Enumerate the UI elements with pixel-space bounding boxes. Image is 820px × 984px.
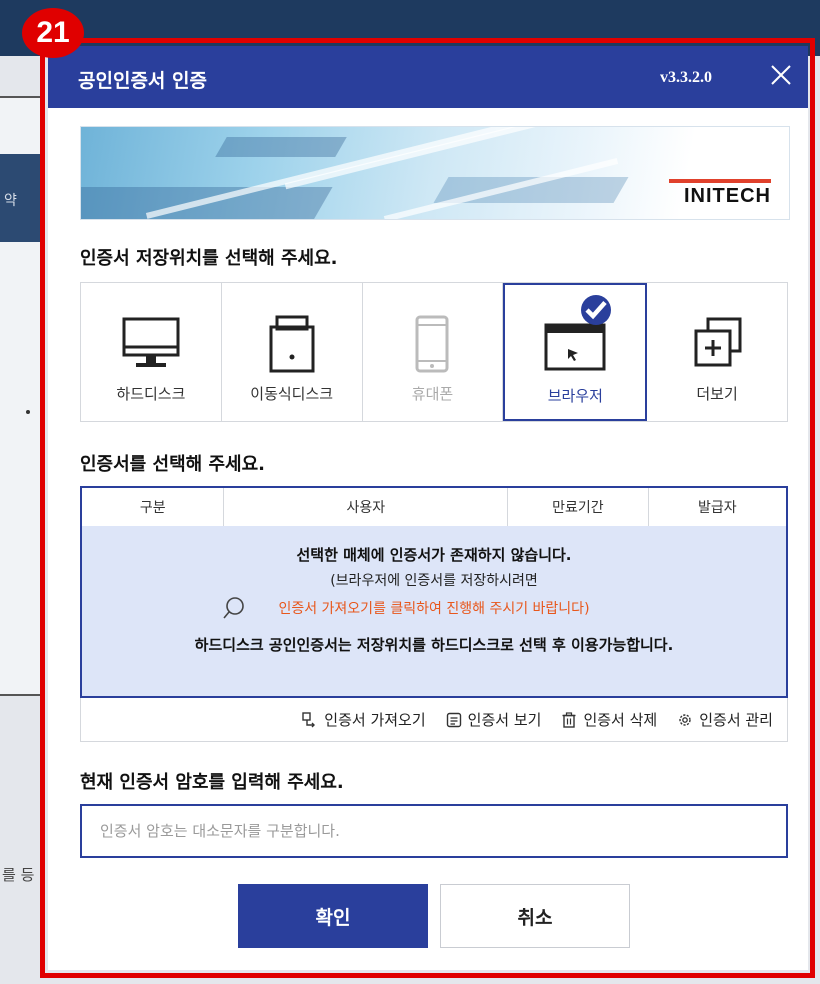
manage-certificate-label: 인증서 관리 xyxy=(699,711,773,729)
banner-image: INITECH xyxy=(80,126,790,220)
empty-message-primary: 선택한 매체에 인증서가 존재하지 않습니다. xyxy=(296,546,572,564)
storage-label-phone: 휴대폰 xyxy=(411,385,454,403)
import-certificate-button[interactable]: 인증서 가져오기 xyxy=(302,709,426,730)
initech-logo: INITECH xyxy=(684,185,771,207)
storage-label-removable: 이동식디스크 xyxy=(250,385,334,403)
delete-certificate-label: 인증서 삭제 xyxy=(583,711,658,729)
close-button[interactable] xyxy=(766,60,796,90)
gear-icon xyxy=(679,713,691,726)
certificate-actions: 인증서 가져오기 인증서 보기 인증서 삭제 인증서 관리 xyxy=(80,698,788,742)
confirm-button[interactable]: 확인 xyxy=(238,884,428,948)
cert-section-label: 인증서를 선택해 주세요. xyxy=(80,454,265,475)
delete-certificate-button[interactable]: 인증서 삭제 xyxy=(561,709,657,730)
dialog-title: 공인인증서 인증 xyxy=(78,70,207,92)
certificate-list-empty: 선택한 매체에 인증서가 존재하지 않습니다. (브라우저에 인증서를 저장하시… xyxy=(82,526,786,696)
table-header: 구분 사용자 만료기간 발급자 xyxy=(82,488,786,527)
column-header-issuer[interactable]: 발급자 xyxy=(649,488,786,526)
annotation-badge: 21 xyxy=(22,8,84,58)
manage-certificate-button[interactable]: 인증서 관리 xyxy=(677,709,773,730)
trash-icon xyxy=(562,711,576,728)
background-panel-text: 약 xyxy=(4,193,17,209)
storage-option-harddisk[interactable]: 하드디스크 xyxy=(81,283,222,421)
storage-label-browser: 브라우저 xyxy=(547,387,603,405)
view-icon xyxy=(446,712,461,727)
column-header-type[interactable]: 구분 xyxy=(82,488,225,526)
phone-icon xyxy=(415,315,449,373)
import-icon xyxy=(302,711,316,727)
storage-option-removable[interactable]: 이동식디스크 xyxy=(222,283,363,421)
storage-section-label: 인증서 저장위치를 선택해 주세요. xyxy=(80,248,338,269)
version-label: v3.3.2.0 xyxy=(660,69,712,86)
empty-message-harddisk-notice: 하드디스크 공인인증서는 저장위치를 하드디스크로 선택 후 이용가능합니다. xyxy=(194,636,674,654)
password-section-label: 현재 인증서 암호를 입력해 주세요. xyxy=(80,772,344,793)
column-header-user[interactable]: 사용자 xyxy=(224,488,509,526)
close-icon xyxy=(771,65,791,85)
monitor-icon xyxy=(122,317,180,367)
storage-option-more[interactable]: 더보기 xyxy=(647,283,787,421)
background-panel: 약 xyxy=(0,96,44,696)
storage-option-browser[interactable]: 브라우저 xyxy=(503,283,648,421)
check-icon xyxy=(581,295,612,325)
certificate-auth-dialog: 공인인증서 인증 v3.3.2.0 INITECH 인증서 저장위치를 선택해 … xyxy=(48,46,808,970)
import-certificate-label: 인증서 가져오기 xyxy=(324,711,426,729)
storage-option-phone[interactable]: 휴대폰 xyxy=(363,283,504,421)
cancel-button[interactable]: 취소 xyxy=(440,884,630,948)
password-input[interactable] xyxy=(80,804,788,858)
brand-underline xyxy=(669,179,771,183)
view-certificate-button[interactable]: 인증서 보기 xyxy=(446,709,542,730)
empty-message-import-hint: 인증서 가져오기를 클릭하여 진행해 주시기 바랍니다) xyxy=(278,601,590,617)
certificate-table: 구분 사용자 만료기간 발급자 선택한 매체에 인증서가 존재하지 않습니다. … xyxy=(80,486,788,698)
storage-label-more: 더보기 xyxy=(696,385,738,403)
empty-message-hint: (브라우저에 인증서를 저장하시려면 xyxy=(330,573,538,589)
usb-icon xyxy=(269,315,315,373)
background-text-fragment: 를 등 xyxy=(2,866,35,884)
dialog-titlebar: 공인인증서 인증 v3.3.2.0 xyxy=(48,46,808,108)
storage-selector: 하드디스크 이동식디스크 휴대폰 브라우저 더보기 xyxy=(80,282,788,422)
view-certificate-label: 인증서 보기 xyxy=(467,711,542,729)
storage-label-harddisk: 하드디스크 xyxy=(116,385,186,403)
column-header-expiry[interactable]: 만료기간 xyxy=(508,488,649,526)
background-bullet xyxy=(26,410,30,414)
more-icon xyxy=(694,317,742,367)
